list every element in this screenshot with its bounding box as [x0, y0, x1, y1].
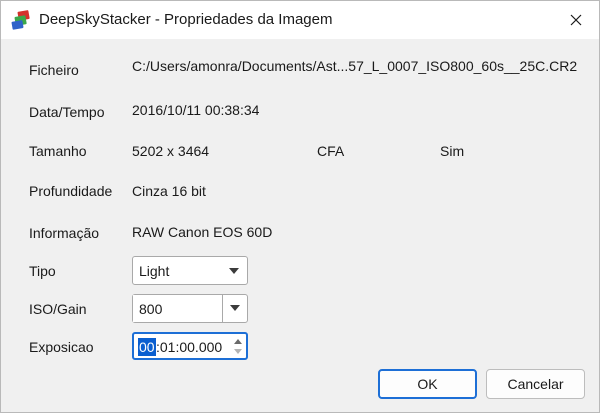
chevron-down-icon	[229, 268, 239, 274]
close-button[interactable]	[553, 1, 599, 39]
depth-label: Profundidade	[29, 183, 113, 199]
exposure-time-input[interactable]: 00 :01:00.000	[132, 332, 248, 360]
info-label: Informação	[29, 225, 100, 241]
properties-dialog: DeepSkyStacker - Propriedades da Imagem …	[0, 0, 600, 413]
cfa-value: CFA	[317, 143, 345, 159]
ok-button[interactable]: OK	[378, 369, 477, 399]
cancel-button[interactable]: Cancelar	[486, 369, 585, 399]
exposure-remaining-text: :01:00.000	[156, 339, 223, 355]
title-bar: DeepSkyStacker - Propriedades da Imagem	[1, 1, 599, 39]
type-selected-value: Light	[139, 263, 170, 279]
iso-input[interactable]	[133, 295, 223, 322]
type-label: Tipo	[29, 263, 56, 279]
info-value: RAW Canon EOS 60D	[132, 224, 273, 240]
file-label: Ficheiro	[29, 62, 79, 78]
size-value: 5202 x 3464	[132, 143, 210, 159]
chevron-down-icon	[230, 305, 240, 311]
iso-combobox	[132, 294, 248, 323]
iso-dropdown-button[interactable]	[223, 295, 247, 322]
close-icon	[570, 14, 582, 26]
deepskystacker-app-icon	[11, 10, 30, 30]
window-title: DeepSkyStacker - Propriedades da Imagem	[39, 11, 333, 28]
datetime-value: 2016/10/11 00:38:34	[132, 102, 260, 118]
exposure-selected-segment: 00	[138, 338, 156, 356]
file-value: C:/Users/amonra/Documents/Ast...57_L_000…	[132, 58, 578, 74]
spin-down-icon[interactable]	[234, 349, 242, 354]
datetime-label: Data/Tempo	[29, 104, 105, 120]
spin-up-icon[interactable]	[234, 339, 242, 344]
depth-value: Cinza 16 bit	[132, 183, 206, 199]
type-combobox[interactable]: Light	[132, 256, 248, 285]
size-label: Tamanho	[29, 143, 87, 159]
iso-label: ISO/Gain	[29, 301, 87, 317]
exposure-label: Exposicao	[29, 339, 94, 355]
cfa-flag-value: Sim	[440, 143, 465, 159]
